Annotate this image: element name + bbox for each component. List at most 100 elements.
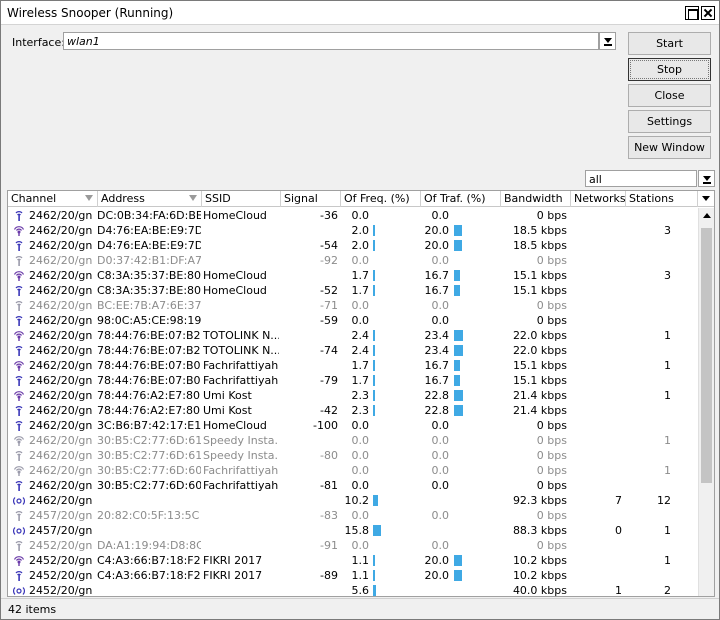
- table-row[interactable]: 2452/20/gn 5.6 40.0 kbps 1 2: [8, 583, 698, 597]
- table-row[interactable]: 2462/20/gn DC:0B:34:FA:6D:BE HomeCloud -36 0…: [8, 208, 698, 223]
- scroll-up-icon[interactable]: [703, 213, 711, 218]
- cell-address: 98:0C:A5:CE:98:19: [97, 314, 201, 327]
- cell-stations: 1: [664, 524, 671, 537]
- cell-networks: [571, 538, 622, 553]
- cell-address: 78:44:76:BE:07:B0: [97, 374, 201, 387]
- filter-dropdown-button[interactable]: [698, 170, 715, 187]
- column-header-channel[interactable]: Channel: [8, 191, 98, 207]
- column-header-of-traf[interactable]: Of Traf. (%): [421, 191, 501, 207]
- table-row[interactable]: 2462/20/gn D4:76:EA:BE:E9:7D -54 2.0 20.0 18.…: [8, 238, 698, 253]
- table-row[interactable]: 2462/20/gn D4:76:EA:BE:E9:7D 2.0 20.0 18.5 k…: [8, 223, 698, 238]
- cell-of-traf: 22.8: [424, 404, 450, 417]
- cell-networks: [571, 268, 622, 283]
- column-header-address[interactable]: Address: [98, 191, 202, 207]
- column-header-ssid[interactable]: SSID: [202, 191, 281, 207]
- station-icon: [13, 226, 25, 236]
- cell-address: D4:76:EA:BE:E9:7D: [97, 224, 201, 237]
- cell-networks: [571, 313, 622, 328]
- table-row[interactable]: 2462/20/gn 78:44:76:A2:E7:80 Umi Kost 2.3 22…: [8, 388, 698, 403]
- table-row[interactable]: 2462/20/gn 98:0C:A5:CE:98:19 -59 0.0 0.0 0 bp…: [8, 313, 698, 328]
- cell-ssid: Fachrifattiyah...: [203, 479, 279, 492]
- table-row[interactable]: 2462/20/gn C8:3A:35:37:BE:80 HomeCloud 1.7 1…: [8, 268, 698, 283]
- cell-channel: 2462/20/gn: [29, 419, 93, 432]
- table-row[interactable]: 2457/20/gn 20:82:C0:5F:13:5C -83 0.0 0.0 0 bp…: [8, 508, 698, 523]
- table-row[interactable]: 2457/20/gn 15.8 88.3 kbps 0 1: [8, 523, 698, 538]
- stop-button[interactable]: Stop: [628, 58, 711, 81]
- cell-of-freq: 1.7: [351, 284, 370, 297]
- cell-of-freq: 0.0: [351, 479, 370, 492]
- cell-of-traf: 0.0: [431, 209, 450, 222]
- cell-of-traf: 20.0: [424, 239, 450, 252]
- close-window-button[interactable]: [701, 6, 715, 20]
- column-header-networks[interactable]: Networks: [571, 191, 626, 207]
- cell-bandwidth: 40.0 kbps: [512, 584, 567, 597]
- table-row[interactable]: 2452/20/gn C4:A3:66:B7:18:F2 FIKRI 2017 1.1…: [8, 553, 698, 568]
- close-button[interactable]: Close: [628, 84, 711, 107]
- cell-of-traf: 0.0: [431, 479, 450, 492]
- dropdown-bar-icon: [604, 44, 612, 46]
- table-row[interactable]: 2462/20/gn D0:37:42:B1:DF:A7 -92 0.0 0.0 0 bp…: [8, 253, 698, 268]
- cell-of-freq: 0.0: [351, 464, 370, 477]
- table-row[interactable]: 2462/20/gn 78:44:76:BE:07:B2 TOTOLINK N...…: [8, 343, 698, 358]
- cell-bandwidth: 0 bps: [536, 254, 567, 267]
- column-header-signal[interactable]: Signal: [281, 191, 341, 207]
- cell-channel: 2462/20/gn: [29, 269, 93, 282]
- cell-signal: [281, 583, 338, 596]
- vertical-scrollbar[interactable]: [698, 208, 714, 596]
- cell-signal: [281, 553, 338, 568]
- interface-field[interactable]: wlan1: [63, 32, 599, 50]
- cell-networks: [571, 358, 622, 373]
- table-row[interactable]: 2462/20/gn 78:44:76:BE:07:B0 Fachrifattiya…: [8, 373, 698, 388]
- cell-bandwidth: 0 bps: [536, 314, 567, 327]
- table-row[interactable]: 2452/20/gn C4:A3:66:B7:18:F2 FIKRI 2017 -89…: [8, 568, 698, 583]
- cell-address: D4:76:EA:BE:E9:7D: [97, 239, 201, 252]
- cell-of-freq: 0.0: [351, 539, 370, 552]
- cell-networks: [571, 283, 622, 298]
- table-row[interactable]: 2452/20/gn DA:A1:19:94:D8:8C -91 0.0 0.0 0 bp…: [8, 538, 698, 553]
- sort-icon: [85, 195, 93, 201]
- cell-bandwidth: 88.3 kbps: [512, 524, 567, 537]
- table-row[interactable]: 2462/20/gn C8:3A:35:37:BE:80 HomeCloud -52 1…: [8, 283, 698, 298]
- cell-of-traf: 20.0: [424, 224, 450, 237]
- access-point-icon: [15, 451, 23, 461]
- table-row[interactable]: 2462/20/gn 78:44:76:BE:07:B0 Fachrifattiya…: [8, 358, 698, 373]
- cell-channel: 2452/20/gn: [29, 554, 93, 567]
- cell-ssid: [203, 523, 279, 538]
- table-row[interactable]: 2462/20/gn 78:44:76:BE:07:B2 TOTOLINK N...…: [8, 328, 698, 343]
- scroll-thumb[interactable]: [701, 228, 712, 483]
- column-header-of-freq[interactable]: Of Freq. (%): [341, 191, 421, 207]
- settings-button[interactable]: Settings: [628, 110, 711, 133]
- start-button[interactable]: Start: [628, 32, 711, 55]
- cell-stations: [626, 448, 671, 463]
- column-menu-button[interactable]: [698, 191, 714, 207]
- column-header-stations[interactable]: Stations: [626, 191, 698, 207]
- chevron-down-icon: [703, 176, 711, 181]
- cell-ssid: [203, 253, 279, 268]
- cell-address: 3C:B6:B7:42:17:E1: [97, 419, 201, 432]
- table-row[interactable]: 2462/20/gn 30:B5:C2:77:6D:61 Speedy Insta.…: [8, 433, 698, 448]
- cell-of-freq: 2.3: [351, 404, 370, 417]
- cell-of-freq: 1.7: [351, 359, 370, 372]
- cell-address: 78:44:76:BE:07:B2: [97, 344, 201, 357]
- cell-stations: 3: [664, 269, 671, 282]
- table-row[interactable]: 2462/20/gn BC:EE:7B:A7:6E:37 -71 0.0 0.0 0 bp…: [8, 298, 698, 313]
- cell-address: 30:B5:C2:77:6D:61: [97, 434, 201, 447]
- cell-bandwidth: 21.4 kbps: [512, 389, 567, 402]
- cell-channel: 2462/20/gn: [29, 254, 93, 267]
- table-row[interactable]: 2462/20/gn 3C:B6:B7:42:17:E1 HomeCloud -100…: [8, 418, 698, 433]
- maximize-button[interactable]: [685, 6, 699, 20]
- cell-stations: 1: [664, 359, 671, 372]
- traffic-usage-bar: [454, 225, 462, 236]
- new-window-button[interactable]: New Window: [628, 136, 711, 159]
- table-row[interactable]: 2462/20/gn 30:B5:C2:77:6D:60 Fachrifattiya…: [8, 478, 698, 493]
- cell-signal: [281, 358, 338, 373]
- table-row[interactable]: 2462/20/gn 30:B5:C2:77:6D:61 Speedy Insta.…: [8, 448, 698, 463]
- column-header-bandwidth[interactable]: Bandwidth: [501, 191, 571, 207]
- cell-ssid: Fachrifattiyah...: [203, 359, 279, 372]
- table-row[interactable]: 2462/20/gn 10.2 92.3 kbps 7 12: [8, 493, 698, 508]
- table-row[interactable]: 2462/20/gn 30:B5:C2:77:6D:60 Fachrifattiya…: [8, 463, 698, 478]
- table-row[interactable]: 2462/20/gn 78:44:76:A2:E7:80 Umi Kost -42 2.…: [8, 403, 698, 418]
- cell-of-traf: 16.7: [424, 359, 450, 372]
- filter-field[interactable]: all: [585, 170, 697, 187]
- interface-dropdown-button[interactable]: [599, 32, 616, 50]
